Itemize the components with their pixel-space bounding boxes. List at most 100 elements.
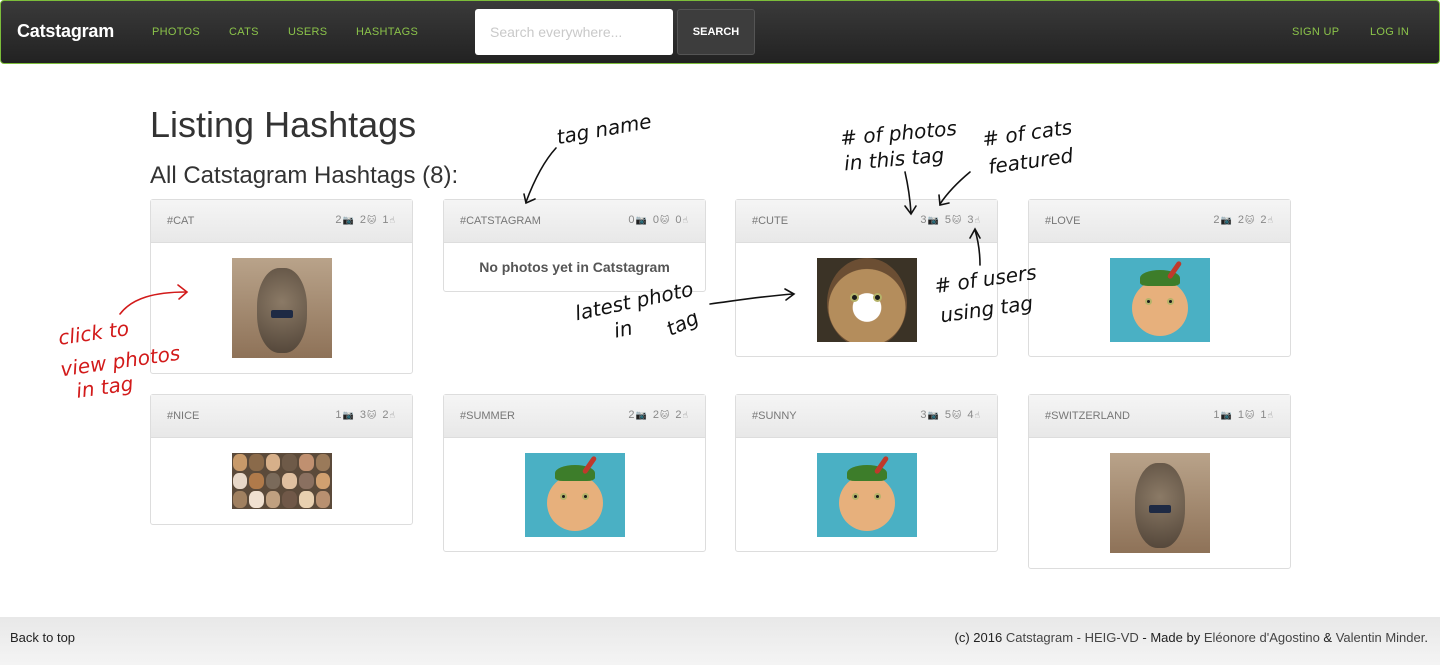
hand-icon: ☝ bbox=[1267, 409, 1273, 420]
cat-icon: 🐱 bbox=[366, 409, 377, 420]
latest-photo-thumbnail[interactable] bbox=[231, 453, 332, 509]
latest-photo-thumbnail[interactable] bbox=[1109, 258, 1210, 342]
hand-icon: ☝ bbox=[682, 409, 688, 420]
latest-photo-thumbnail[interactable] bbox=[1109, 453, 1210, 553]
hand-icon: ☝ bbox=[389, 409, 395, 420]
hand-icon: ☝ bbox=[974, 214, 980, 225]
nav-link-photos[interactable]: PHOTOS bbox=[152, 26, 200, 38]
user-count: 2 bbox=[382, 409, 389, 421]
credits-end: . bbox=[1424, 630, 1428, 645]
credits-prefix: (c) 2016 bbox=[954, 630, 1003, 645]
cat-icon: 🐱 bbox=[366, 214, 377, 225]
latest-photo-thumbnail[interactable] bbox=[524, 453, 625, 537]
cat-icon: 🐱 bbox=[659, 214, 670, 225]
camera-icon: 📷 bbox=[927, 214, 939, 225]
tag-stats: 2📷 2🐱 2☝ bbox=[628, 409, 691, 421]
user-count: 0 bbox=[675, 214, 682, 226]
tag-name: #SUNNY bbox=[752, 410, 797, 422]
cat-count: 2 bbox=[359, 214, 366, 226]
hashtag-card-love[interactable]: #LOVE 2📷 2🐱 2☝ bbox=[1028, 199, 1291, 357]
user-count: 2 bbox=[1260, 214, 1267, 226]
cat-count: 2 bbox=[1237, 214, 1244, 226]
camera-icon: 📷 bbox=[927, 409, 939, 420]
card-header: #SWITZERLAND 1📷 1🐱 1☝ bbox=[1029, 395, 1290, 438]
cat-icon: 🐱 bbox=[951, 409, 962, 420]
search-input[interactable] bbox=[475, 9, 673, 55]
cat-icon: 🐱 bbox=[659, 409, 670, 420]
credits-and: & bbox=[1323, 630, 1333, 645]
search-button[interactable]: SEARCH bbox=[677, 9, 755, 55]
cat-count: 1 bbox=[1237, 409, 1244, 421]
nav-link-hashtags[interactable]: HASHTAGS bbox=[356, 26, 418, 38]
tag-name: #CUTE bbox=[752, 215, 789, 227]
login-link[interactable]: LOG IN bbox=[1370, 26, 1409, 38]
tag-name: #SUMMER bbox=[460, 410, 516, 422]
cat-icon: 🐱 bbox=[1244, 214, 1255, 225]
card-header: #CATSTAGRAM 0📷 0🐱 0☝ bbox=[444, 200, 705, 243]
user-count: 1 bbox=[382, 214, 389, 226]
photo-count: 2 bbox=[628, 409, 635, 421]
hashtag-card-catstagram[interactable]: #CATSTAGRAM 0📷 0🐱 0☝ No photos yet in Ca… bbox=[443, 199, 706, 292]
camera-icon: 📷 bbox=[1220, 214, 1232, 225]
tag-stats: 2📷 2🐱 1☝ bbox=[335, 214, 398, 226]
photo-count: 2 bbox=[1213, 214, 1220, 226]
user-count: 4 bbox=[967, 409, 974, 421]
author-link-1[interactable]: Eléonore d'Agostino bbox=[1204, 630, 1320, 645]
camera-icon: 📷 bbox=[342, 214, 354, 225]
empty-message: No photos yet in Catstagram bbox=[479, 259, 670, 275]
photo-count: 3 bbox=[920, 409, 927, 421]
card-header: #LOVE 2📷 2🐱 2☝ bbox=[1029, 200, 1290, 243]
annotation-latest-photo-line2: in bbox=[611, 315, 635, 343]
author-link-2[interactable]: Valentin Minder bbox=[1336, 630, 1425, 645]
card-header: #CAT 2📷 2🐱 1☝ bbox=[151, 200, 412, 243]
hand-icon: ☝ bbox=[389, 214, 395, 225]
annotation-cats-featured-line2: featured bbox=[986, 143, 1075, 179]
brand-logo[interactable]: Catstagram bbox=[17, 21, 114, 42]
tag-name: #NICE bbox=[167, 410, 200, 422]
camera-icon: 📷 bbox=[342, 409, 354, 420]
camera-icon: 📷 bbox=[1220, 409, 1232, 420]
tag-stats: 3📷 5🐱 3☝ bbox=[920, 214, 983, 226]
footer-credits: (c) 2016 Catstagram - HEIG-VD - Made by … bbox=[955, 630, 1428, 645]
signup-link[interactable]: SIGN UP bbox=[1292, 26, 1339, 38]
hashtag-card-switzerland[interactable]: #SWITZERLAND 1📷 1🐱 1☝ bbox=[1028, 394, 1291, 569]
card-header: #NICE 1📷 3🐱 2☝ bbox=[151, 395, 412, 438]
hand-icon: ☝ bbox=[1267, 214, 1273, 225]
tag-stats: 0📷 0🐱 0☝ bbox=[628, 214, 691, 226]
tag-name: #CATSTAGRAM bbox=[460, 215, 541, 227]
latest-photo-thumbnail[interactable] bbox=[231, 258, 332, 358]
hashtag-card-summer[interactable]: #SUMMER 2📷 2🐱 2☝ bbox=[443, 394, 706, 552]
photo-count: 1 bbox=[335, 409, 342, 421]
photo-count: 2 bbox=[335, 214, 342, 226]
hashtag-card-nice[interactable]: #NICE 1📷 3🐱 2☝ bbox=[150, 394, 413, 525]
camera-icon: 📷 bbox=[635, 409, 647, 420]
cat-count: 5 bbox=[944, 409, 951, 421]
hashtag-card-cat[interactable]: #CAT 2📷 2🐱 1☝ bbox=[150, 199, 413, 374]
card-body: No photos yet in Catstagram bbox=[444, 243, 705, 275]
nav-link-cats[interactable]: CATS bbox=[229, 26, 259, 38]
tag-name: #LOVE bbox=[1045, 215, 1081, 227]
credits-made-by: - Made by bbox=[1142, 630, 1201, 645]
cat-count: 2 bbox=[652, 409, 659, 421]
cat-icon: 🐱 bbox=[951, 214, 962, 225]
nav-link-users[interactable]: USERS bbox=[288, 26, 327, 38]
camera-icon: 📷 bbox=[635, 214, 647, 225]
photo-count: 3 bbox=[920, 214, 927, 226]
cat-count: 5 bbox=[944, 214, 951, 226]
annotation-tag-name: tag name bbox=[554, 108, 654, 150]
annotation-latest-photo-line3: tag bbox=[662, 305, 703, 341]
navbar: Catstagram PHOTOS CATS USERS HASHTAGS SE… bbox=[0, 0, 1440, 64]
hashtag-card-sunny[interactable]: #SUNNY 3📷 5🐱 4☝ bbox=[735, 394, 998, 552]
hand-icon: ☝ bbox=[974, 409, 980, 420]
latest-photo-thumbnail[interactable] bbox=[816, 453, 917, 537]
latest-photo-thumbnail[interactable] bbox=[816, 258, 917, 342]
card-header: #CUTE 3📷 5🐱 3☝ bbox=[736, 200, 997, 243]
cat-count: 3 bbox=[359, 409, 366, 421]
photo-count: 0 bbox=[628, 214, 635, 226]
user-count: 3 bbox=[967, 214, 974, 226]
user-count: 1 bbox=[1260, 409, 1267, 421]
card-header: #SUNNY 3📷 5🐱 4☝ bbox=[736, 395, 997, 438]
credits-app-link[interactable]: Catstagram - HEIG-VD bbox=[1006, 630, 1139, 645]
back-to-top-link[interactable]: Back to top bbox=[10, 630, 75, 645]
cat-icon: 🐱 bbox=[1244, 409, 1255, 420]
